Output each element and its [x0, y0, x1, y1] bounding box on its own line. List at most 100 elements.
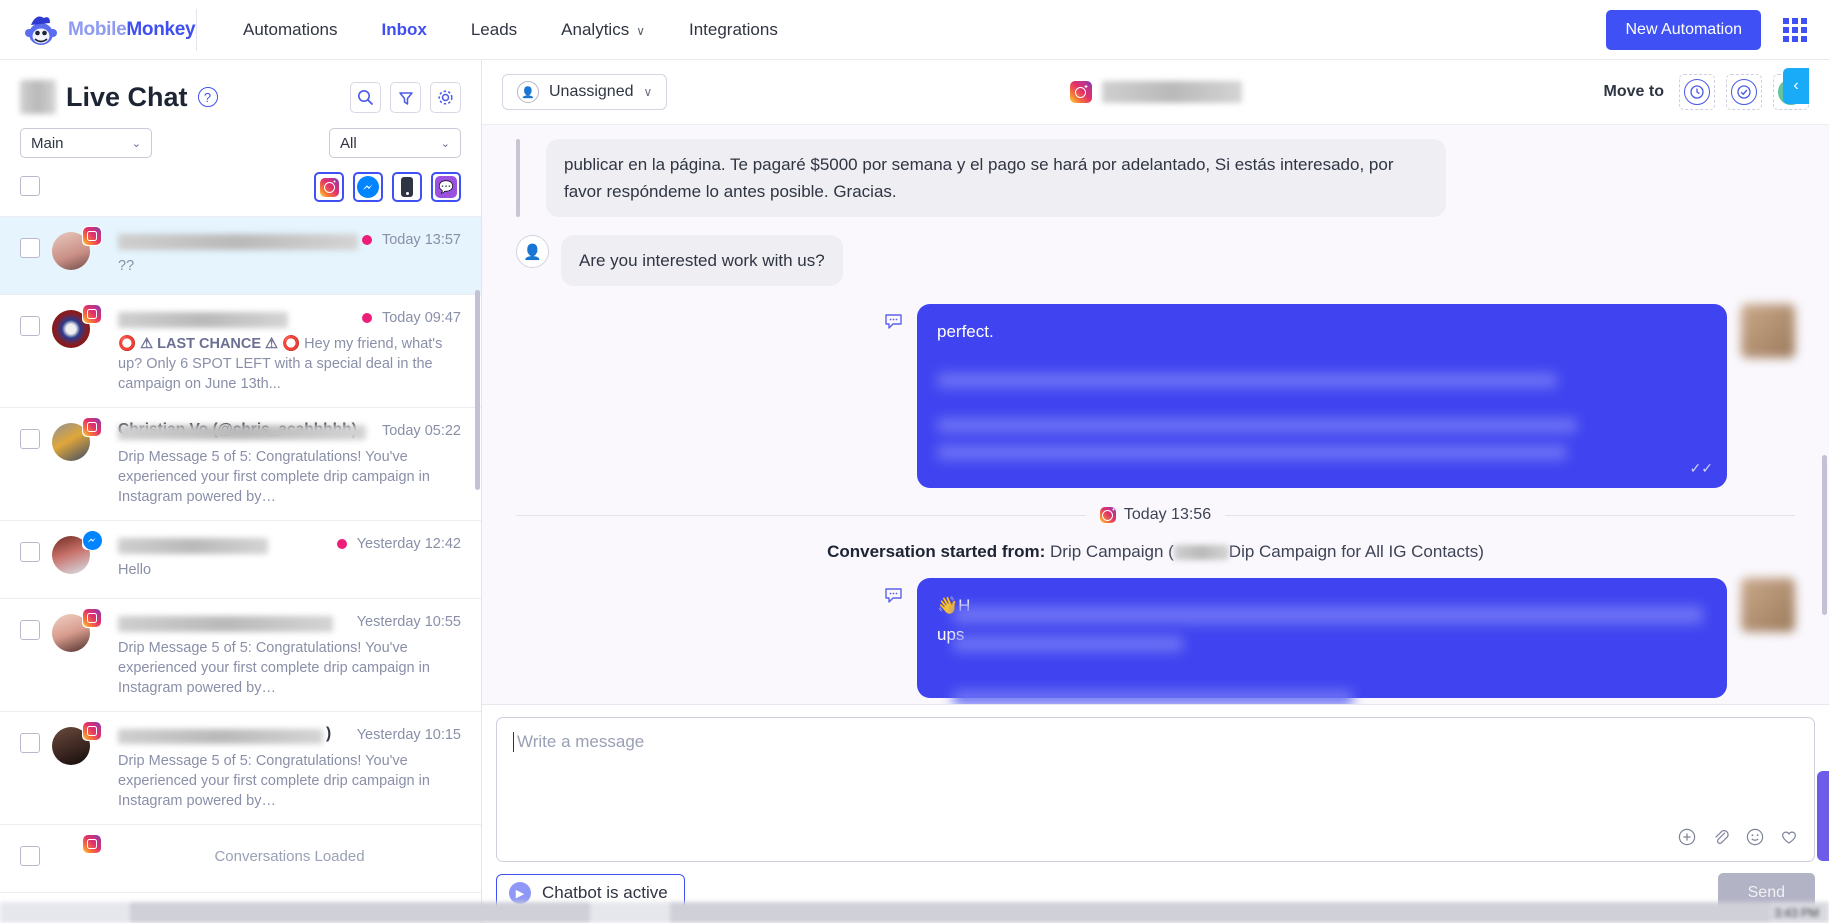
filter-funnel-icon[interactable]: [390, 82, 421, 113]
emoji-smiley-icon[interactable]: [1746, 828, 1764, 851]
play-icon: ▶: [509, 882, 531, 904]
chat-bubble-icon: [884, 586, 903, 610]
sidebar-header: Live Chat ?: [0, 60, 481, 118]
new-automation-button[interactable]: New Automation: [1606, 10, 1761, 50]
unread-dot: [361, 235, 372, 245]
message-redacted-line: [953, 636, 1183, 652]
mobile-phone-icon: [401, 177, 413, 197]
taskbar-segment: [670, 902, 1770, 923]
conversation-item[interactable]: ?? Today 13:57: [0, 217, 481, 295]
conversation-item[interactable]: Drip Message 5 of 5: Congratulations! Yo…: [0, 599, 481, 712]
page-title: Live Chat: [66, 81, 188, 112]
conversation-source-label: Conversation started from:: [827, 542, 1046, 561]
message-bubble-outgoing: perfect. ✓✓: [917, 304, 1727, 488]
message-composer[interactable]: Write a message: [496, 717, 1815, 862]
quote-bar: [516, 139, 520, 217]
conversation-avatar-col: [52, 530, 102, 585]
move-to-done-wrap[interactable]: [1726, 74, 1762, 110]
move-to-pending-icon[interactable]: [1684, 79, 1710, 105]
conversation-checkbox[interactable]: [20, 429, 40, 449]
channel-badge: [82, 608, 102, 628]
instagram-icon: [1069, 81, 1092, 103]
conversation-meta: Today 13:57: [361, 232, 461, 248]
assignee-select[interactable]: 👤 Unassigned ∨: [502, 74, 668, 110]
instagram-icon: [83, 609, 101, 627]
messenger-icon: [82, 530, 102, 550]
nav-links: Automations Inbox Leads Analytics ∨ Integ…: [221, 10, 800, 50]
assignee-label: Unassigned: [549, 83, 634, 100]
attachment-paperclip-icon[interactable]: [1712, 828, 1730, 851]
chevron-down-icon: ∨: [636, 23, 645, 38]
move-to-done-icon[interactable]: [1731, 79, 1757, 105]
nav-link-automations[interactable]: Automations: [221, 10, 360, 50]
sidebar-filter-selects: Main ⌄ All ⌄: [0, 118, 481, 158]
brand-logo[interactable]: MobileMonkey: [0, 11, 196, 49]
channel-filter-group: 💬: [314, 172, 461, 202]
instagram-icon: [83, 418, 101, 436]
day-divider: Today 13:56: [516, 506, 1795, 524]
conversation-name: [118, 234, 358, 250]
conversation-item[interactable]: Christian Vo (@chris_acahhhhh) Drip Mess…: [0, 408, 481, 521]
conversation-checkbox[interactable]: [20, 542, 40, 562]
message-input-placeholder[interactable]: Write a message: [513, 732, 1798, 752]
conversation-source-note: Conversation started from: Drip Campaign…: [516, 542, 1795, 562]
day-divider-label: Today 13:56: [1099, 506, 1211, 524]
nav-divider: [196, 8, 197, 51]
chevron-down-icon: ⌄: [131, 137, 141, 150]
move-to-pending-wrap[interactable]: [1679, 74, 1715, 110]
message-thread[interactable]: publicar en la página. Te pagaré $5000 p…: [482, 125, 1829, 704]
conversation-item[interactable]: ) Drip Message 5 of 5: Congratulations! …: [0, 712, 481, 825]
page-select[interactable]: Main ⌄: [20, 128, 152, 158]
avatar: [1741, 578, 1795, 632]
nav-link-inbox-label: Inbox: [381, 19, 427, 39]
thread-scrollbar[interactable]: [1822, 455, 1827, 615]
conversation-time: Yesterday 10:55: [356, 614, 461, 630]
conversation-checkbox[interactable]: [20, 733, 40, 753]
conversation-checkbox-col: [20, 534, 40, 585]
nav-link-analytics[interactable]: Analytics ∨: [539, 10, 667, 50]
add-plus-icon[interactable]: [1678, 828, 1696, 851]
conversation-checkbox[interactable]: [20, 620, 40, 640]
conversation-name: [118, 538, 268, 554]
os-taskbar: 3:43 PM: [0, 902, 1829, 923]
sidebar-scrollbar[interactable]: [475, 290, 480, 490]
webchat-channel-filter[interactable]: 💬: [431, 172, 461, 202]
instagram-channel-filter[interactable]: [314, 172, 344, 202]
conversation-item[interactable]: ⭕ ⚠ LAST CHANCE ⚠ ⭕ Hey my friend, what'…: [0, 295, 481, 408]
conversation-list[interactable]: ?? Today 13:57 ⭕ ⚠ LAST CHANCE ⚠ ⭕ Hey m…: [0, 216, 481, 923]
status-select[interactable]: All ⌄: [329, 128, 461, 158]
nav-link-inbox[interactable]: Inbox: [360, 10, 449, 50]
apps-grid-icon[interactable]: [1783, 18, 1807, 42]
side-panel-handle[interactable]: [1817, 771, 1829, 861]
conversation-snippet: Hello: [118, 562, 152, 578]
instagram-icon: [319, 177, 339, 197]
channel-badge: [82, 417, 102, 437]
conversation-item[interactable]: Conversations Loaded: [0, 825, 481, 893]
search-icon[interactable]: [350, 82, 381, 113]
select-all-checkbox[interactable]: [20, 176, 40, 196]
conversation-meta: Yesterday 10:15: [357, 727, 461, 743]
nav-link-automations-label: Automations: [243, 19, 338, 39]
sidebar-header-actions: [350, 82, 461, 113]
conversation-checkbox[interactable]: [20, 238, 40, 258]
messenger-channel-filter[interactable]: [353, 172, 383, 202]
like-heart-icon[interactable]: [1780, 828, 1798, 851]
conversation-snippet: Drip Message 5 of 5: Congratulations! Yo…: [118, 753, 430, 809]
conversation-source-value-2: Dip Campaign for All IG Contacts): [1228, 542, 1484, 561]
sms-channel-filter[interactable]: [392, 172, 422, 202]
main-area: Live Chat ? Main ⌄ All ⌄ 💬 ?? Today 13:5…: [0, 60, 1829, 923]
nav-link-leads[interactable]: Leads: [449, 10, 539, 50]
conversation-time: Yesterday 10:15: [356, 727, 461, 743]
gear-icon[interactable]: [430, 82, 461, 113]
collapse-panel-icon[interactable]: ‹: [1783, 68, 1809, 104]
chevron-down-icon: ∨: [643, 85, 653, 99]
conversation-item[interactable]: Hello Yesterday 12:42: [0, 521, 481, 599]
conversation-time: Today 09:47: [381, 310, 461, 326]
composer-area: Write a message ▶ Chatbot is active Send: [482, 704, 1829, 923]
conversation-checkbox[interactable]: [20, 316, 40, 336]
channel-badge: [82, 721, 102, 741]
instagram-icon: [1099, 507, 1116, 523]
nav-link-integrations[interactable]: Integrations: [667, 10, 800, 50]
conversation-checkbox[interactable]: [20, 846, 40, 866]
help-icon[interactable]: ?: [197, 87, 218, 107]
